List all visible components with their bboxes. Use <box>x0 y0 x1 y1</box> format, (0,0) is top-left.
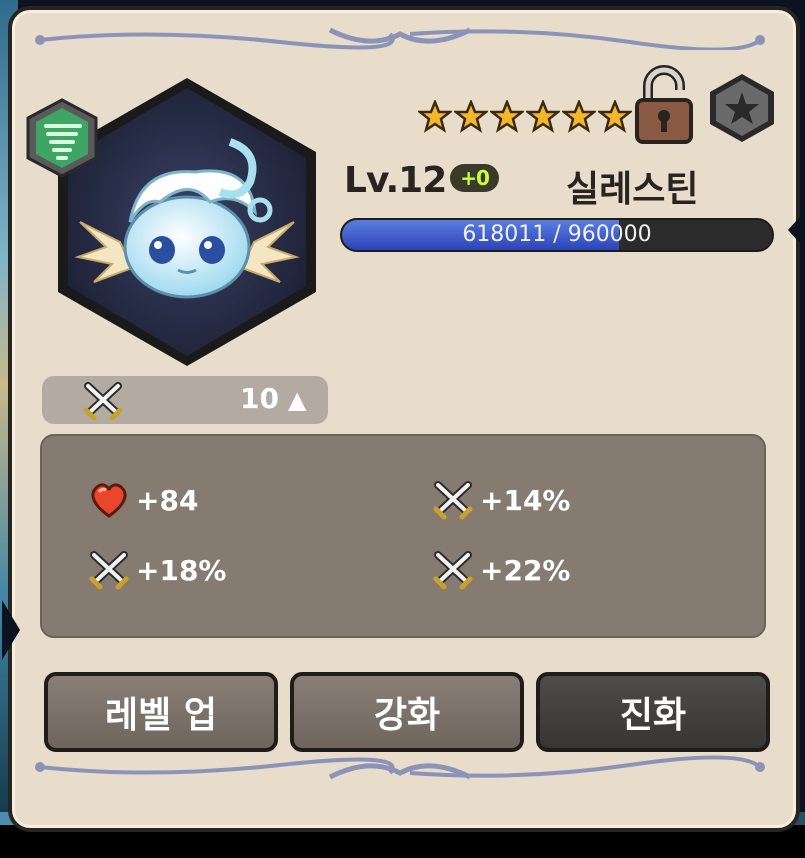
stat-value: +84 <box>136 483 199 517</box>
level-bonus-badge: +0 <box>450 164 499 192</box>
star-icon <box>562 100 596 133</box>
stat-attack-3: +22% <box>432 550 570 590</box>
star-icon <box>418 100 452 133</box>
star-icon <box>526 100 560 133</box>
crossed-swords-icon <box>433 481 473 520</box>
power-value: 10 <box>240 382 279 415</box>
stat-hp: +84 <box>88 480 198 520</box>
stats-panel: +84 +14% +18% +22% <box>40 434 766 638</box>
level-number: 12 <box>398 160 447 201</box>
unlocked-padlock-icon[interactable] <box>634 64 694 144</box>
evolve-button[interactable]: 진화 <box>536 672 770 752</box>
crossed-swords-icon <box>89 551 129 590</box>
bottom-ornament <box>35 755 765 780</box>
crossed-swords-icon <box>83 382 123 420</box>
stat-value: +22% <box>480 553 571 587</box>
stat-value: +18% <box>136 553 227 587</box>
stat-value: +14% <box>480 483 571 517</box>
star-icon <box>598 100 632 133</box>
star-rating <box>418 100 632 134</box>
wind-element-icon <box>26 98 98 178</box>
card-notch-left <box>2 600 20 660</box>
top-ornament <box>35 27 765 50</box>
level-up-button[interactable]: 레벨 업 <box>44 672 278 752</box>
level-prefix: Lv. <box>344 160 399 201</box>
star-icon <box>454 100 488 133</box>
heart-icon <box>91 483 127 518</box>
star-icon <box>490 100 524 133</box>
stat-attack-2: +18% <box>88 550 226 590</box>
enhance-button[interactable]: 강화 <box>290 672 524 752</box>
favorite-star-badge-icon[interactable] <box>708 72 776 144</box>
card-notch-right <box>788 210 805 250</box>
experience-bar: 618011 / 960000 <box>340 218 774 252</box>
pet-level: Lv.12 +0 <box>344 160 499 201</box>
experience-text: 618011 / 960000 <box>462 222 652 247</box>
crossed-swords-icon <box>433 551 473 590</box>
pet-name: 실레스틴 <box>566 169 699 210</box>
power-chip: 10 ▲ <box>42 376 328 424</box>
stat-attack-1: +14% <box>432 480 570 520</box>
power-up-arrow-icon: ▲ <box>288 386 307 414</box>
